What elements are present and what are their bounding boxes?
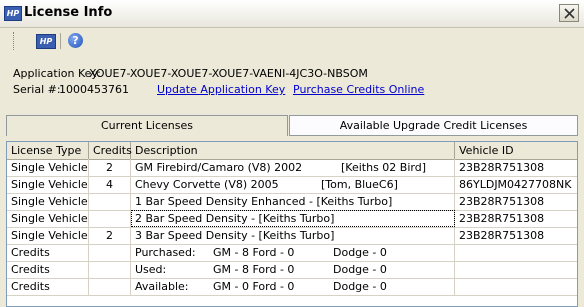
license-tabs: Current Licenses Available Upgrade Credi… <box>6 115 578 137</box>
serial-line: Serial #: 1000453761 <box>13 83 129 96</box>
table-row[interactable]: Credits Used: GM - 8 Ford - 0 Dodge - 0 <box>7 261 577 279</box>
license-type-cell: Credits <box>7 244 89 261</box>
description-cell: GM Firebird/Camaro (V8) 2002 [Keiths 02 … <box>131 159 455 176</box>
table-row[interactable]: Single Vehicle 1 Bar Speed Density Enhan… <box>7 193 577 211</box>
credits-cell <box>89 210 131 227</box>
vehicle-description: GM Firebird/Camaro (V8) 2002 <box>135 161 303 174</box>
window-title: License Info <box>24 5 113 20</box>
credits-gm-ford: GM - 8 Ford - 0 <box>213 263 295 276</box>
table-header: License Type Credits Description Vehicle… <box>7 142 577 160</box>
vehicle-id-cell: 23B28R751308 <box>455 210 577 227</box>
credits-cell <box>89 278 131 295</box>
app-key-value: XOUE7-XOUE7-XOUE7-XOUE7-VAENI-4JC3O-NBSO… <box>89 67 368 80</box>
close-icon <box>564 8 575 19</box>
description-cell: Available: GM - 0 Ford - 0 Dodge - 0 <box>131 278 455 295</box>
license-type-cell: Credits <box>7 261 89 278</box>
vehicle-description: Chevy Corvette (V8) 2005 <box>135 178 279 191</box>
table-row[interactable]: Single Vehicle 2 GM Firebird/Camaro (V8)… <box>7 159 577 177</box>
credits-gm-ford: GM - 8 Ford - 0 <box>213 246 295 259</box>
table-row[interactable]: Single Vehicle 4 Chevy Corvette (V8) 200… <box>7 176 577 194</box>
table-row[interactable]: Single Vehicle 2 3 Bar Speed Density - [… <box>7 227 577 245</box>
vehicle-id-cell <box>455 261 577 278</box>
licenses-table[interactable]: License Type Credits Description Vehicle… <box>6 141 578 307</box>
title-bar: HP License Info <box>0 0 584 28</box>
serial-label: Serial #: <box>13 83 61 96</box>
description-cell: 2 Bar Speed Density - [Keiths Turbo] <box>131 210 455 227</box>
column-header-license-type[interactable]: License Type <box>7 142 89 159</box>
description-cell: Chevy Corvette (V8) 2005 [Tom, BlueC6] <box>131 176 455 193</box>
toolbar-separator <box>60 33 61 49</box>
app-logo-icon: HP <box>4 6 22 21</box>
column-header-credits[interactable]: Credits <box>89 142 132 159</box>
tab-current-licenses[interactable]: Current Licenses <box>6 115 288 136</box>
vehicle-id-cell <box>455 244 577 261</box>
credits-cell: 4 <box>89 176 131 193</box>
description-cell: 1 Bar Speed Density Enhanced - [Keiths T… <box>131 193 455 210</box>
vehicle-nickname: [Keiths 02 Bird] <box>341 161 426 174</box>
vehicle-id-cell: 86YLDJM0427708NK <box>455 176 577 193</box>
license-type-cell: Single Vehicle <box>7 193 89 210</box>
column-header-description[interactable]: Description <box>131 142 455 159</box>
update-application-key-link[interactable]: Update Application Key <box>157 83 285 96</box>
serial-value: 1000453761 <box>59 83 129 96</box>
table-row[interactable]: Single Vehicle 2 Bar Speed Density - [Ke… <box>7 210 577 228</box>
description-cell: Purchased: GM - 8 Ford - 0 Dodge - 0 <box>131 244 455 261</box>
credits-cell <box>89 193 131 210</box>
credits-cell: 2 <box>89 159 131 176</box>
vehicle-id-cell: 23B28R751308 <box>455 159 577 176</box>
credits-label: Used: <box>135 263 167 276</box>
hp-icon[interactable]: HP <box>36 34 56 49</box>
credits-dodge: Dodge - 0 <box>333 280 387 293</box>
table-row[interactable]: Credits Available: GM - 0 Ford - 0 Dodge… <box>7 278 577 296</box>
license-type-cell: Single Vehicle <box>7 227 89 244</box>
purchase-credits-link[interactable]: Purchase Credits Online <box>293 83 424 96</box>
description-cell: 3 Bar Speed Density - [Keiths Turbo] <box>131 227 455 244</box>
license-type-cell: Single Vehicle <box>7 176 89 193</box>
column-header-vehicle-id[interactable]: Vehicle ID <box>455 142 577 159</box>
credits-label: Available: <box>135 280 189 293</box>
tab-available-upgrade-credit-licenses[interactable]: Available Upgrade Credit Licenses <box>289 115 578 136</box>
table-row[interactable]: Credits Purchased: GM - 8 Ford - 0 Dodge… <box>7 244 577 262</box>
toolbar: HP ? <box>0 28 584 54</box>
credits-cell: 2 <box>89 227 131 244</box>
vehicle-nickname: [Tom, BlueC6] <box>321 178 398 191</box>
vehicle-id-cell: 23B28R751308 <box>455 227 577 244</box>
description-cell: Used: GM - 8 Ford - 0 Dodge - 0 <box>131 261 455 278</box>
credits-label: Purchased: <box>135 246 196 259</box>
credits-cell <box>89 244 131 261</box>
credits-dodge: Dodge - 0 <box>333 263 387 276</box>
close-button[interactable] <box>559 4 579 22</box>
credits-dodge: Dodge - 0 <box>333 246 387 259</box>
toolbar-grip[interactable] <box>13 32 17 50</box>
vehicle-id-cell <box>455 278 577 295</box>
app-key-label: Application Key: <box>13 67 101 80</box>
license-type-cell: Single Vehicle <box>7 210 89 227</box>
app-key-line: Application Key: XOUE7-XOUE7-XOUE7-XOUE7… <box>13 67 368 80</box>
help-icon[interactable]: ? <box>68 33 83 48</box>
credits-gm-ford: GM - 0 Ford - 0 <box>213 280 295 293</box>
credits-cell <box>89 261 131 278</box>
vehicle-id-cell: 23B28R751308 <box>455 193 577 210</box>
license-type-cell: Single Vehicle <box>7 159 89 176</box>
license-type-cell: Credits <box>7 278 89 295</box>
